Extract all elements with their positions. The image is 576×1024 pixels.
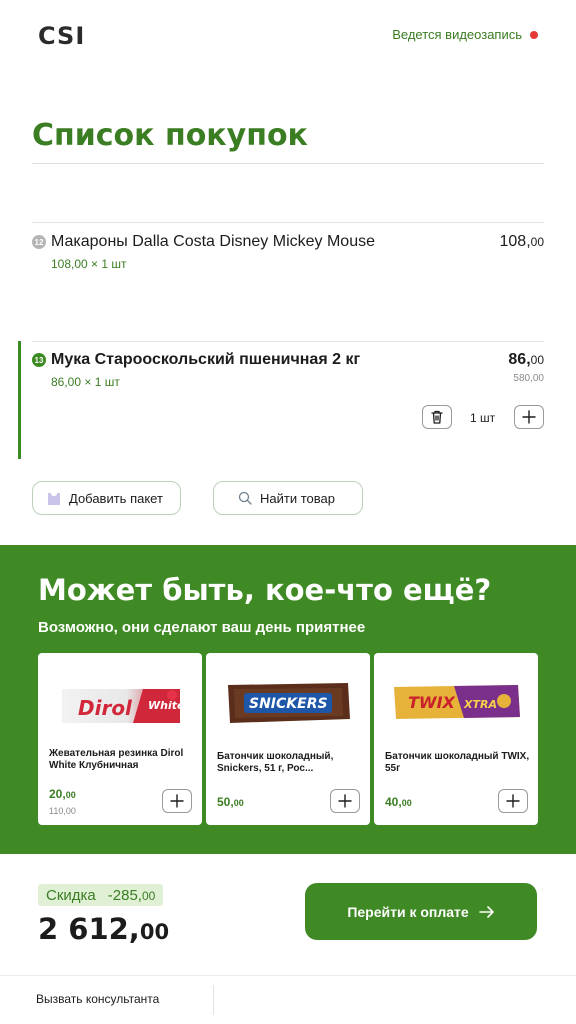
svg-text:XTRA: XTRA (463, 698, 497, 711)
plus-icon (338, 794, 352, 808)
discount-label: Скидка (46, 886, 96, 904)
recording-label: Ведется видеозапись (392, 27, 522, 42)
product-old-price: 110,00 (49, 806, 76, 816)
selected-accent-bar (18, 341, 21, 459)
cart-item[interactable]: 12 Макароны Dalla Costa Disney Mickey Mo… (18, 222, 544, 322)
cart-item-selected[interactable]: 13 Мука Старооскольский пшеничная 2 кг 8… (18, 341, 544, 461)
item-unit-price: 108,00 × 1 шт (51, 257, 127, 271)
add-bag-button[interactable]: Добавить пакет (32, 481, 181, 515)
recording-indicator: Ведется видеозапись (392, 27, 538, 42)
item-index-badge: 12 (32, 235, 46, 249)
product-price-int: 40, (385, 795, 402, 809)
add-product-button[interactable] (498, 789, 528, 813)
product-image-snickers: SNICKERS (228, 683, 350, 723)
total-amount-int: 2 612, (38, 912, 140, 946)
product-name: Батончик шоколадный TWIX, 55г (385, 751, 530, 774)
logo: CSI (38, 22, 86, 50)
total-amount-dec: 00 (139, 920, 170, 944)
arrow-right-icon (478, 905, 494, 918)
product-price: 20,00 (49, 787, 76, 801)
svg-text:Dirol: Dirol (78, 696, 133, 720)
svg-text:TWIX: TWIX (408, 693, 456, 712)
add-product-button[interactable] (330, 789, 360, 813)
delete-button[interactable] (422, 405, 452, 429)
call-consultant-button[interactable]: Вызвать консультанта (36, 992, 159, 1006)
item-index-badge: 13 (32, 353, 46, 367)
svg-text:White: White (148, 699, 185, 712)
add-bag-label: Добавить пакет (69, 490, 163, 506)
page-title: Список покупок (32, 118, 308, 153)
product-price-dec: 00 (233, 798, 244, 808)
quantity-value: 1 шт (470, 411, 496, 425)
item-price-dec: 00 (530, 235, 544, 249)
divider (32, 163, 544, 164)
item-name: Макароны Dalla Costa Disney Mickey Mouse (51, 233, 375, 250)
item-unit-price: 86,00 × 1 шт (51, 375, 120, 389)
add-product-button[interactable] (162, 789, 192, 813)
product-price-dec: 00 (401, 798, 412, 808)
divider (0, 975, 576, 976)
item-old-price: 580,00 (513, 373, 544, 384)
item-price-dec: 00 (530, 353, 544, 367)
product-name: Жевательная резинка Dirol White Клубничн… (49, 748, 184, 771)
plus-icon (170, 794, 184, 808)
item-price: 108,00 (500, 233, 545, 251)
product-image-twix: TWIX XTRA (394, 685, 520, 719)
product-price-int: 20, (49, 787, 66, 801)
product-card[interactable]: Dirol White Жевательная резинка Dirol Wh… (38, 653, 202, 825)
product-name: Батончик шоколадный, Snickers, 51 г, Рос… (217, 751, 334, 774)
recording-dot-icon (530, 30, 538, 39)
trash-icon (431, 410, 443, 424)
product-image-dirol: Dirol White (62, 689, 185, 723)
divider (213, 985, 214, 1015)
total-amount: 2 612,00 (38, 912, 169, 946)
recommendations-title: Может быть, кое-что ещё? (38, 573, 492, 607)
checkout-label: Перейти к оплате (347, 903, 469, 920)
plus-icon (506, 794, 520, 808)
search-icon (238, 491, 252, 505)
item-price-int: 86, (508, 351, 531, 368)
product-price-dec: 00 (65, 790, 76, 800)
find-item-button[interactable]: Найти товар (213, 481, 363, 515)
discount-amount-int: -285, (107, 886, 142, 904)
product-card[interactable]: TWIX XTRA Батончик шоколадный TWIX, 55г … (374, 653, 538, 825)
product-price: 50,00 (217, 795, 244, 809)
discount-amount: -285,00 (108, 887, 156, 904)
discount-amount-dec: 00 (141, 888, 156, 903)
product-price: 40,00 (385, 795, 412, 809)
recommendations-section: Может быть, кое-что ещё? Возможно, они с… (0, 545, 576, 854)
recommendations-subtitle: Возможно, они сделают ваш день приятнее (38, 619, 366, 636)
divider (32, 222, 544, 223)
item-price: 86,00 (508, 351, 544, 369)
svg-text:SNICKERS: SNICKERS (249, 696, 328, 712)
product-price-int: 50, (217, 795, 234, 809)
product-card[interactable]: SNICKERS Батончик шоколадный, Snickers, … (206, 653, 370, 825)
bag-icon (48, 493, 60, 505)
header: CSI Ведется видеозапись (0, 0, 576, 80)
item-name: Мука Старооскольский пшеничная 2 кг (51, 351, 361, 368)
plus-icon (522, 410, 536, 424)
checkout-button[interactable]: Перейти к оплате (305, 883, 537, 940)
divider (32, 341, 544, 342)
find-item-label: Найти товар (260, 490, 335, 506)
discount-badge: Скидка -285,00 (38, 884, 164, 906)
increase-quantity-button[interactable] (514, 405, 544, 429)
item-price-int: 108, (499, 233, 531, 250)
